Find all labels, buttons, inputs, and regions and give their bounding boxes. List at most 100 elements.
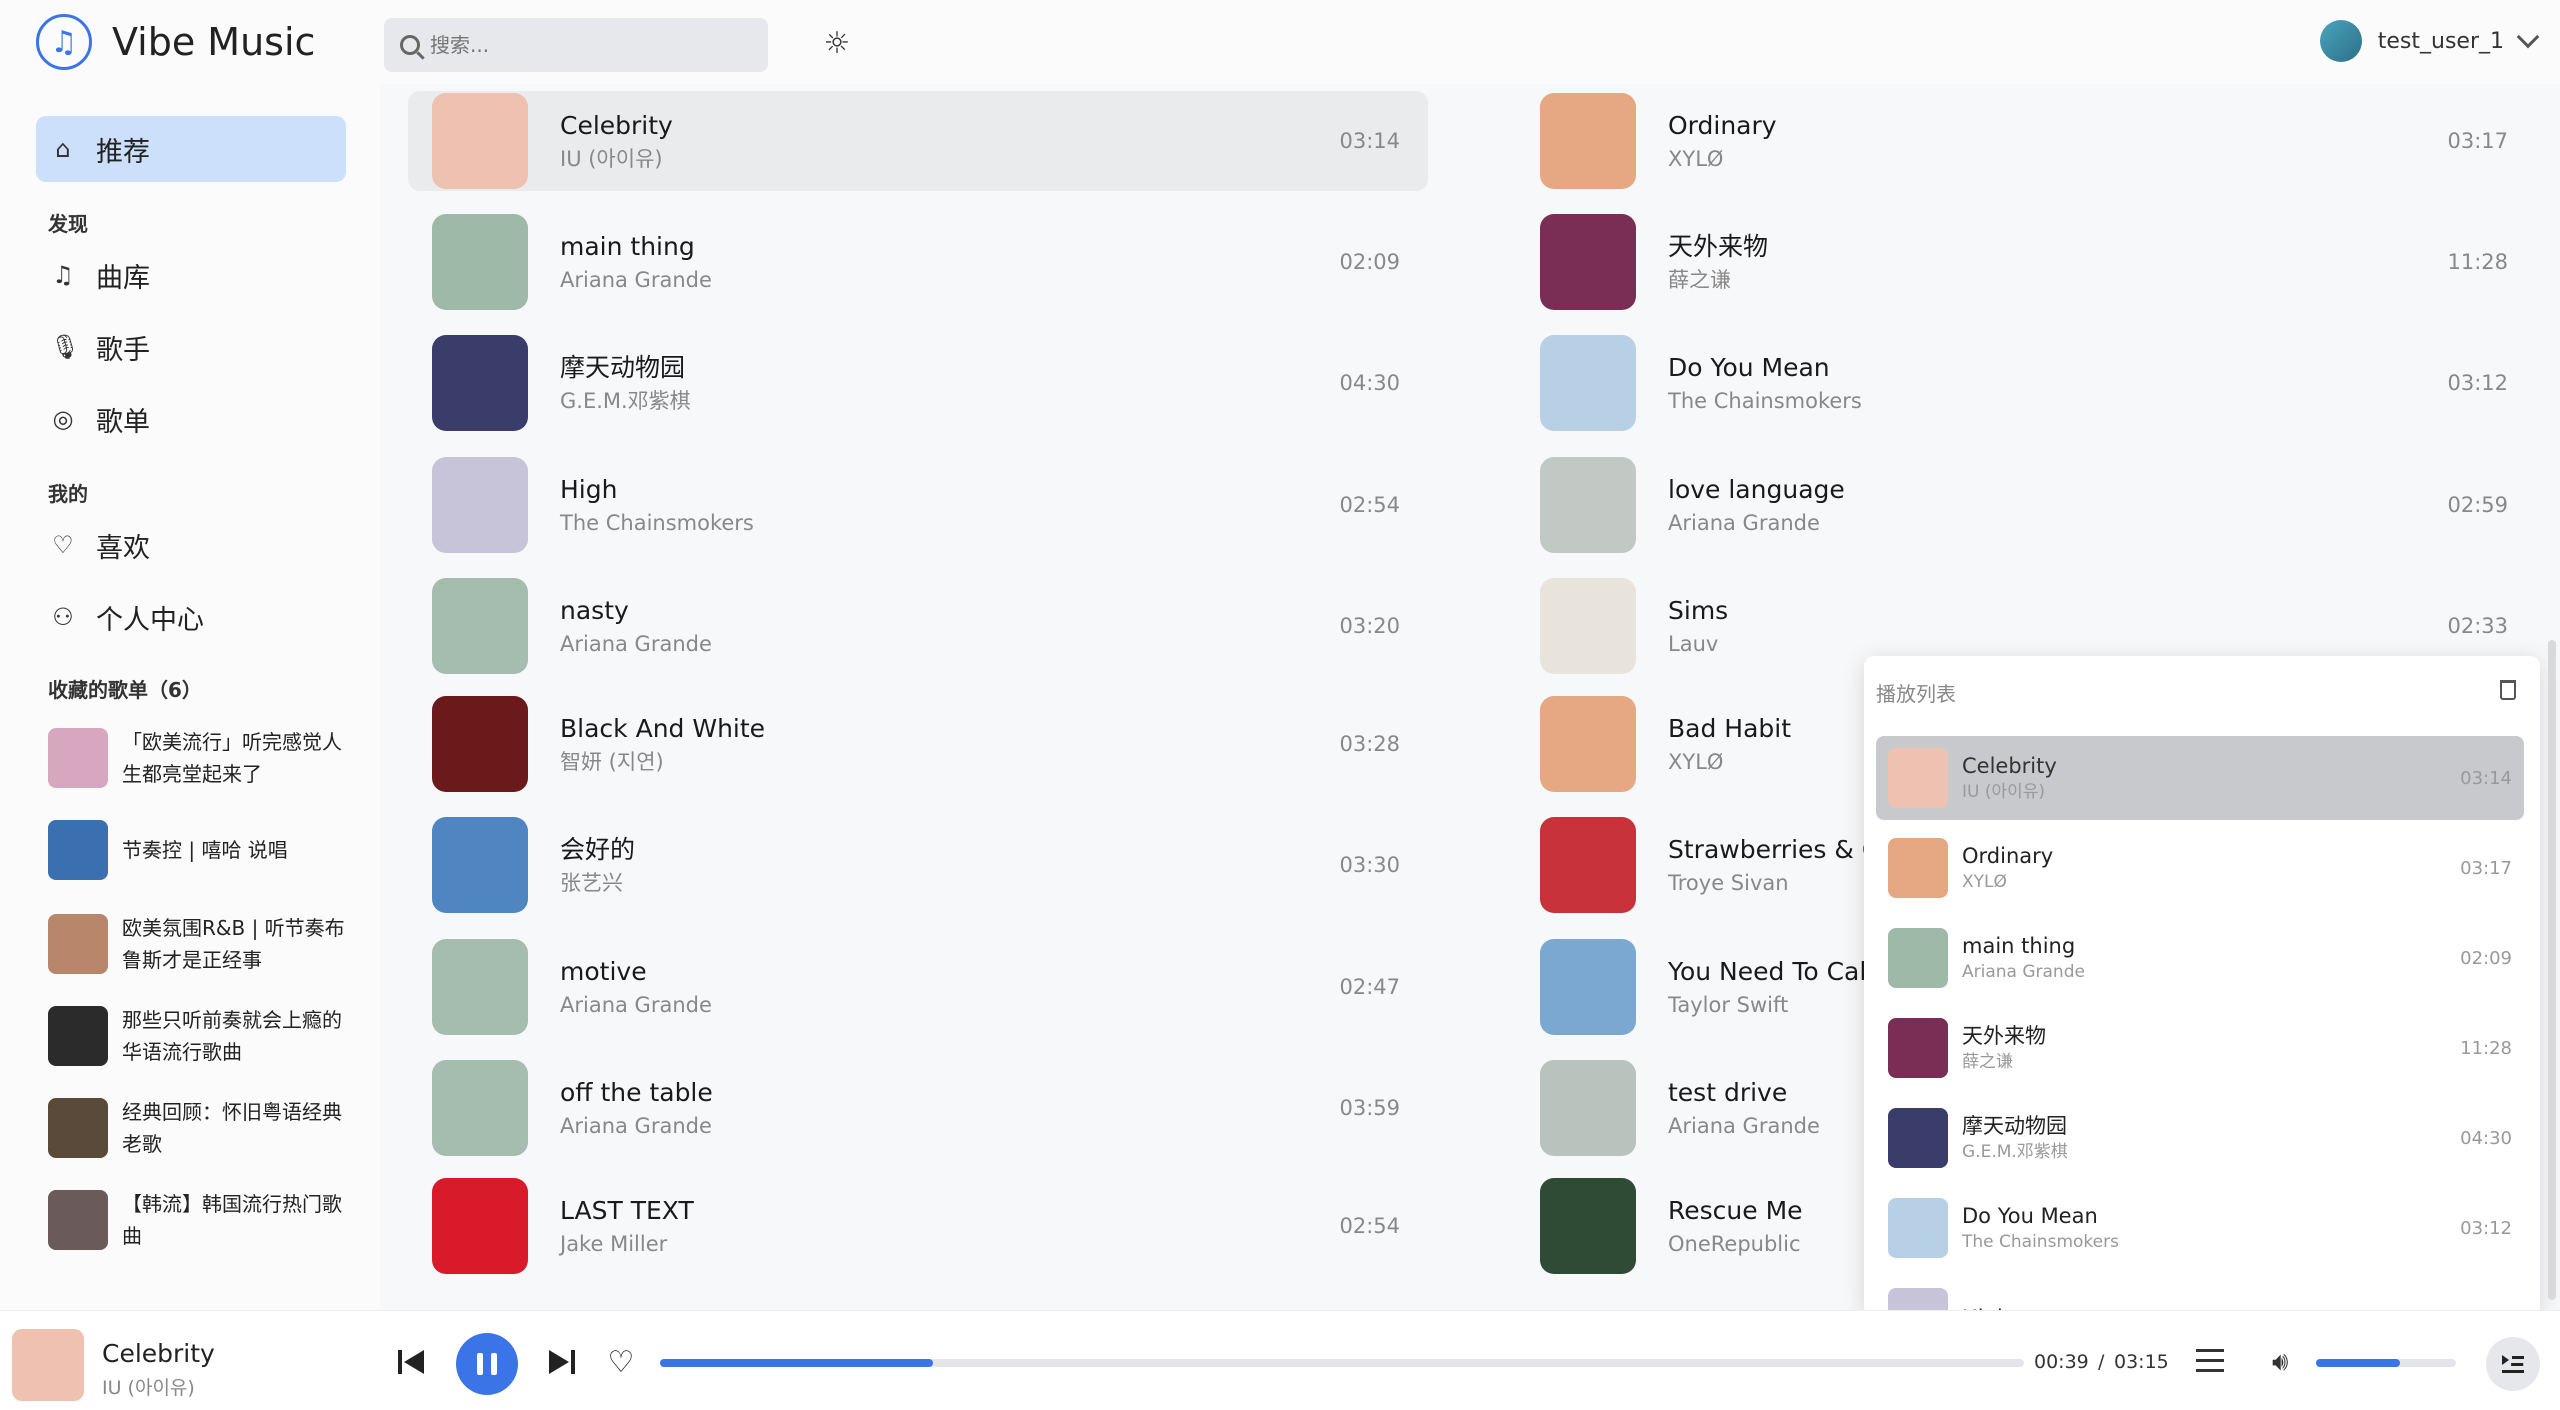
sun-icon[interactable]: ☼ xyxy=(820,26,854,61)
sidebar-item-playlists[interactable]: ◎ 歌单 xyxy=(36,386,346,452)
collected-playlist[interactable]: 欧美氛围R&B | 听节奏布鲁斯才是正经事 xyxy=(48,912,348,976)
sidebar-item-library[interactable]: ♫ 曲库 xyxy=(36,242,346,308)
sidebar-item-recommend[interactable]: ⌂ 推荐 xyxy=(36,116,346,182)
queue-item[interactable]: Celebrity IU (아이유) 03:14 xyxy=(1876,736,2524,820)
song-cover xyxy=(432,696,528,793)
collected-playlist[interactable]: 「欧美流行」听完感觉人生都亮堂起来了 xyxy=(48,726,348,790)
song-cover xyxy=(432,817,528,914)
progress-bar[interactable] xyxy=(660,1359,2024,1367)
trash-icon[interactable] xyxy=(2500,680,2516,700)
queue-artist: G.E.M.邓紫棋 xyxy=(1962,1142,2068,1162)
song-row[interactable]: off the table Ariana Grande 03:59 xyxy=(408,1058,1428,1158)
search-input[interactable] xyxy=(430,33,730,57)
search-bar[interactable] xyxy=(384,18,768,72)
song-row[interactable]: Ordinary XYLØ 03:17 xyxy=(1516,91,2536,191)
song-cover xyxy=(1540,335,1636,432)
collected-playlist[interactable]: 那些只听前奏就会上瘾的华语流行歌曲 xyxy=(48,1004,348,1068)
sidebar-item-label: 推荐 xyxy=(96,136,150,168)
sidebar-item-artists[interactable]: 🎙︎ 歌手 xyxy=(36,314,346,380)
pause-icon-bar xyxy=(491,1353,497,1375)
song-title: LAST TEXT xyxy=(560,1196,694,1226)
song-row[interactable]: nasty Ariana Grande 03:20 xyxy=(408,576,1428,676)
queue-artist: XYLØ xyxy=(1962,872,2007,892)
next-button[interactable] xyxy=(545,1347,579,1377)
song-row[interactable]: LAST TEXT Jake Miller 02:54 xyxy=(408,1176,1428,1276)
queue-item[interactable]: Do You Mean The Chainsmokers 03:12 xyxy=(1876,1186,2524,1270)
queue-info: 摩天动物园 G.E.M.邓紫棋 xyxy=(1962,1112,2068,1164)
like-button[interactable]: ♡ xyxy=(604,1344,638,1380)
app-name: Vibe Music xyxy=(112,20,316,64)
song-row[interactable]: main thing Ariana Grande 02:09 xyxy=(408,212,1428,312)
song-duration: 04:30 xyxy=(1339,371,1400,396)
playlist-cover xyxy=(48,914,108,974)
sidebar-item-label: 曲库 xyxy=(96,262,150,294)
playlist-cover xyxy=(48,728,108,788)
user-menu[interactable]: test_user_1 xyxy=(2319,20,2540,62)
queue-title-text: Ordinary xyxy=(1962,844,2054,868)
avatar[interactable] xyxy=(2319,20,2362,62)
queue-item[interactable]: main thing Ariana Grande 02:09 xyxy=(1876,916,2524,1000)
queue-info: Ordinary XYLØ xyxy=(1962,842,2053,894)
microphone-icon: 🎙︎ xyxy=(50,333,81,361)
song-duration: 03:14 xyxy=(1339,128,1400,153)
now-playing-cover[interactable] xyxy=(12,1329,84,1401)
play-queue-panel: 播放列表 Celebrity IU (아이유) 03:14 Ordinary XYLØ 0… xyxy=(1864,656,2540,1316)
song-artist: 智妍 (지연) xyxy=(560,750,664,775)
song-row[interactable]: High The Chainsmokers 02:54 xyxy=(408,455,1428,555)
queue-item[interactable]: 摩天动物园 G.E.M.邓紫棋 04:30 xyxy=(1876,1096,2524,1180)
song-row[interactable]: Celebrity IU (아이유) 03:14 xyxy=(408,90,1428,191)
song-row[interactable]: love language Ariana Grande 02:59 xyxy=(1516,455,2536,555)
song-duration: 02:59 xyxy=(2447,492,2508,517)
song-cover xyxy=(432,1178,528,1275)
heart-icon: ♡ xyxy=(607,1344,635,1380)
header: ♫ Vibe Music ☼ test_user_1 xyxy=(0,0,2560,84)
queue-item[interactable]: Ordinary XYLØ 03:17 xyxy=(1876,826,2524,910)
sidebar-item-profile[interactable]: ⚇ 个人中心 xyxy=(36,584,346,650)
song-title: love language xyxy=(1668,474,1845,504)
song-info: 会好的 张艺兴 xyxy=(560,832,1260,898)
scrollbar[interactable] xyxy=(2548,640,2556,1300)
song-title: 摩天动物园 xyxy=(560,353,686,383)
queue-title-text: main thing xyxy=(1962,934,2076,958)
song-artist: Ariana Grande xyxy=(560,992,712,1017)
song-title: off the table xyxy=(560,1078,713,1108)
song-title: Celebrity xyxy=(560,110,673,140)
song-artist: Ariana Grande xyxy=(1668,510,1820,535)
chevron-down-icon[interactable] xyxy=(2516,25,2540,49)
song-info: off the table Ariana Grande xyxy=(560,1075,1260,1141)
song-title: High xyxy=(560,474,618,504)
sidebar-item-likes[interactable]: ♡ 喜欢 xyxy=(36,512,346,578)
queue-duration: 03:17 xyxy=(2460,857,2512,879)
collected-playlist[interactable]: 【韩流】韩国流行热门歌曲 xyxy=(48,1188,348,1252)
time-separator: / xyxy=(2098,1351,2105,1373)
song-cover xyxy=(1540,578,1636,674)
song-row[interactable]: 会好的 张艺兴 03:30 xyxy=(408,815,1428,915)
queue-cover xyxy=(1888,1198,1948,1258)
song-cover xyxy=(1540,1178,1636,1275)
logo[interactable]: ♫ Vibe Music xyxy=(36,14,315,70)
song-artist: The Chainsmokers xyxy=(560,510,754,535)
previous-button[interactable] xyxy=(394,1347,428,1377)
song-row[interactable]: 摩天动物园 G.E.M.邓紫棋 04:30 xyxy=(408,333,1428,433)
song-title: nasty xyxy=(560,596,629,625)
volume-slider[interactable] xyxy=(2316,1359,2456,1367)
song-row[interactable]: Do You Mean The Chainsmokers 03:12 xyxy=(1516,333,2536,433)
song-row[interactable]: motive Ariana Grande 02:47 xyxy=(408,937,1428,1037)
volume-icon[interactable]: 🔊︎ xyxy=(2272,1347,2288,1378)
song-artist: G.E.M.邓紫棋 xyxy=(560,389,691,414)
queue-item[interactable]: 天外来物 薛之谦 11:28 xyxy=(1876,1006,2524,1090)
song-artist: Ariana Grande xyxy=(560,1114,712,1139)
username[interactable]: test_user_1 xyxy=(2378,29,2504,54)
sidebar: ⌂ 推荐 发现 ♫ 曲库 🎙︎ 歌手 ◎ 歌单 我的 ♡ 喜欢 ⚇ 个人中心 收… xyxy=(0,84,380,1310)
collected-playlist[interactable]: 经典回顾：怀旧粤语经典老歌 xyxy=(48,1096,348,1160)
song-row[interactable]: Black And White 智妍 (지연) 03:28 xyxy=(408,694,1428,794)
list-icon[interactable] xyxy=(2196,1349,2224,1373)
queue-artist: The Chainsmokers xyxy=(1962,1232,2119,1252)
queue-button[interactable] xyxy=(2486,1337,2540,1391)
pause-button[interactable] xyxy=(456,1333,518,1395)
song-cover xyxy=(1540,817,1636,914)
song-row[interactable]: 天外来物 薛之谦 11:28 xyxy=(1516,212,2536,312)
song-artist: Ariana Grande xyxy=(560,632,712,656)
song-cover xyxy=(1540,213,1636,310)
collected-playlist[interactable]: 节奏控 | 嘻哈 说唱 xyxy=(48,820,348,880)
